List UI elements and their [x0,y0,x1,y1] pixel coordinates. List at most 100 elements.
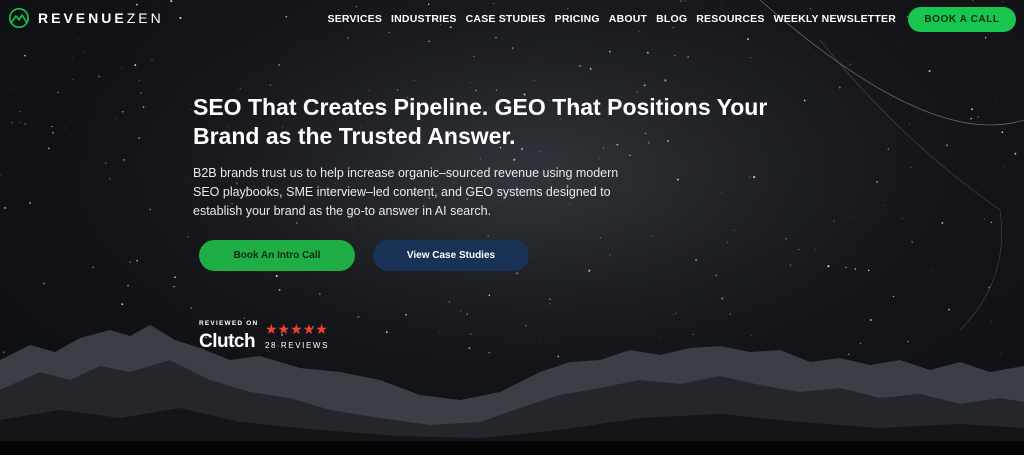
star-dot [972,271,974,273]
star-dot [151,59,153,61]
star-dot [190,307,192,309]
view-case-studies-button[interactable]: View Case Studies [373,240,529,271]
star-dot [887,148,889,150]
nav-services[interactable]: SERVICES [328,13,383,25]
book-intro-call-button[interactable]: Book An Intro Call [199,240,355,271]
bottom-edge [0,441,1024,455]
star-dot [995,102,997,104]
nav-industries[interactable]: INDUSTRIES [391,13,457,25]
star-dot [984,218,986,220]
star-dot [833,220,835,222]
star-dot [149,208,151,211]
star-dot [428,40,430,43]
star-dot [867,269,870,272]
star-dot [910,166,912,168]
star-dot [599,158,601,160]
star-dot [733,229,735,231]
star-dot [901,46,903,47]
star-dot [396,89,398,91]
hero-subtitle: B2B brands trust us to help increase org… [193,166,619,218]
star-dot [785,238,787,240]
star-dot [3,351,5,354]
star-dot [243,317,246,319]
star-dot [473,55,475,58]
nav-blog[interactable]: BLOG [656,13,687,25]
nav-case-studies[interactable]: CASE STUDIES [466,13,546,25]
clutch-logo: Clutch [199,331,256,352]
star-dot [646,51,649,54]
star-dot [475,89,478,92]
star-dot [540,339,542,340]
star-dot [352,226,354,228]
star-dot [854,268,857,270]
logo[interactable]: REVENUEZEN [8,8,164,28]
star-dot [104,162,107,165]
star-dot [634,50,635,52]
star-dot [928,69,931,73]
star-dot [469,82,471,84]
star-dot [579,64,582,67]
star-dot [982,184,983,186]
star-dot [301,359,302,360]
star-dot [533,80,535,81]
star-dot [695,259,698,262]
star-dot [413,79,416,82]
mountain-logo-icon [8,8,30,28]
star-dot [869,319,872,321]
nav-pricing[interactable]: PRICING [555,13,600,25]
logo-text: REVENUEZEN [38,10,164,26]
star-dot [859,342,862,345]
star-dot [239,88,241,90]
star-dot [72,79,74,81]
star-dot [275,275,278,277]
star-dot [466,313,468,315]
star-dot [1014,152,1017,155]
star-dot [850,215,852,217]
nav-about[interactable]: ABOUT [609,13,647,25]
star-dot [658,337,660,339]
star-dot [664,79,667,82]
star-dot [479,158,482,160]
star-dot [941,221,944,224]
book-a-call-button[interactable]: BOOK A CALL [908,7,1016,32]
star-dot [357,316,360,318]
star-dot [122,111,124,113]
nav-weekly-newsletter[interactable]: WEEKLY NEWSLETTER [774,13,896,25]
star-dot [911,241,913,243]
nav-resources[interactable]: RESOURCES [696,13,764,25]
star-dot [687,56,689,58]
star-dot [524,324,527,327]
star-dot [92,266,95,269]
star-dot [174,276,176,279]
star-dot [296,222,298,224]
star-dot [847,353,850,356]
star-dot [549,298,551,301]
star-dot [721,192,722,194]
star-dot [71,57,73,59]
star-dot [173,285,175,288]
star-dot [970,117,973,120]
star-dot [990,221,992,223]
star-dot [468,347,471,350]
star-dot [98,75,100,78]
star-dot [129,261,132,264]
star-dot [798,249,800,250]
star-dot [439,330,441,332]
page: REVENUEZEN SERVICES INDUSTRIES CASE STUD… [0,0,1024,455]
star-dot [495,89,498,91]
star-dot [643,84,646,87]
star-dot [19,121,21,123]
star-dot [134,64,137,67]
star-dot [588,269,591,272]
star-dot [721,297,724,300]
star-dot [907,340,909,342]
star-dot [927,287,929,289]
star-dot [715,274,717,276]
star-dot [599,237,602,239]
star-dot [692,334,694,336]
star-dot [368,89,370,91]
star-dot [789,264,792,266]
reviewed-on-label: REVIEWED ON [199,320,259,327]
star-dot [827,265,830,268]
star-dot [469,333,472,336]
